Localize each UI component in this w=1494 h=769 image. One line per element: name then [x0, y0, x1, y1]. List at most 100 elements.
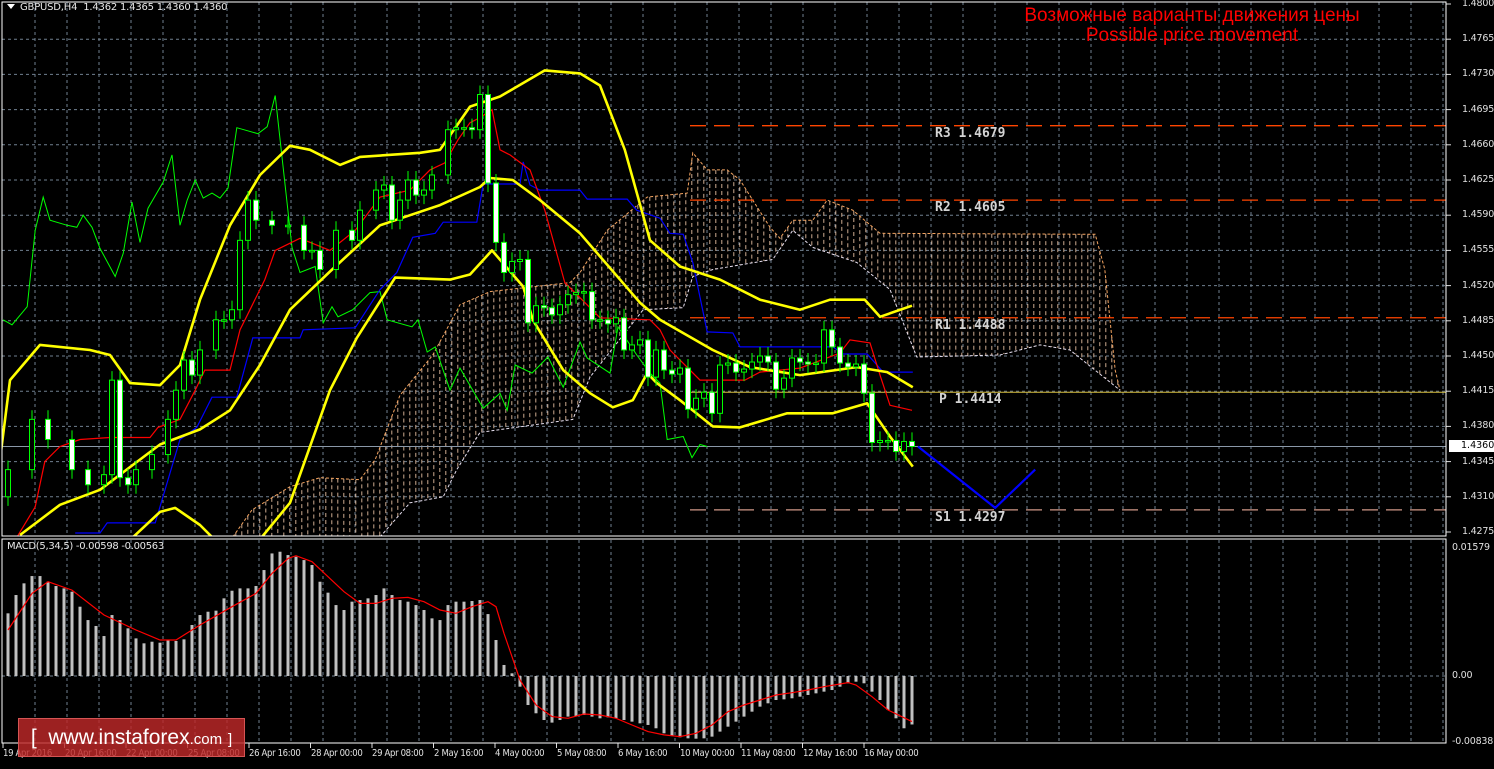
- candle-body-bull: [629, 344, 635, 351]
- time-tick-label: 5 May 08:00: [556, 748, 607, 759]
- candle: [237, 231, 243, 319]
- macd-histogram-bar: [814, 676, 818, 694]
- candle-body-bull: [181, 359, 187, 391]
- pivot-label: S1 1.4297: [935, 509, 1006, 525]
- macd-histogram-bar: [430, 618, 434, 676]
- macd-histogram-bar: [806, 676, 810, 695]
- candle-body-bull: [197, 349, 203, 376]
- macd-histogram-bar: [126, 628, 130, 676]
- time-tick-label: 26 Apr 16:00: [249, 748, 301, 759]
- candle: [829, 320, 835, 356]
- candle-body-bear: [125, 477, 131, 486]
- candle-body-bull: [581, 291, 587, 294]
- candle-body-bull: [565, 294, 571, 306]
- price-tick-label: 1.4590: [1462, 209, 1494, 221]
- macd-histogram-bar: [630, 676, 634, 722]
- time-tick-label: 29 Apr 08:00: [372, 748, 424, 759]
- price-tick-label: 1.4660: [1462, 138, 1494, 150]
- macd-histogram-bar: [782, 676, 786, 700]
- candle: [701, 383, 707, 408]
- candle: [445, 120, 451, 185]
- macd-histogram-bar: [598, 676, 602, 719]
- candle-body-bull: [461, 127, 467, 130]
- macd-histogram-bar: [798, 676, 802, 697]
- candle-body-bull: [557, 304, 563, 316]
- dropdown-triangle-icon[interactable]: [7, 4, 15, 9]
- macd-histogram-bar: [822, 676, 826, 692]
- candle-body-bull: [901, 440, 907, 453]
- candle-body-bull: [373, 189, 379, 211]
- price-tick-label: 1.4415: [1462, 385, 1494, 397]
- macd-histogram-bar: [590, 676, 594, 717]
- candle-body-bull: [749, 361, 755, 370]
- annotation-line-ru: Возможные варианты движения цены: [1024, 5, 1360, 26]
- macd-histogram-bar: [286, 555, 290, 676]
- watermark-bracket-open: [: [30, 726, 37, 749]
- watermark-tld: .com: [189, 731, 223, 748]
- candle-body-bear: [589, 291, 595, 321]
- candle-body-bull: [405, 179, 411, 201]
- macd-histogram-bar: [910, 676, 914, 725]
- candle-body-bull: [237, 239, 243, 311]
- candle: [29, 410, 35, 479]
- watermark-site: www.instaforex: [48, 726, 190, 749]
- candle-body-bull: [229, 309, 235, 321]
- candle: [469, 118, 475, 139]
- candle-body-bear: [117, 379, 123, 479]
- candle: [117, 371, 123, 487]
- candle-body-bull: [813, 362, 819, 366]
- macd-histogram-bar: [446, 605, 450, 676]
- macd-histogram-bar: [902, 676, 906, 729]
- macd-histogram-bar: [638, 676, 642, 724]
- candle: [717, 355, 723, 423]
- pivot-label: R3 1.4679: [935, 125, 1006, 141]
- macd-histogram-bar: [742, 676, 746, 717]
- candle-body-bear: [733, 362, 739, 373]
- macd-histogram-bar: [894, 676, 898, 719]
- main-frame: [1, 1, 1447, 537]
- macd-histogram-bar: [406, 601, 410, 676]
- macd-histogram-bar: [182, 639, 186, 676]
- bollinger-middle-band: [19, 176, 914, 536]
- macd-histogram-bar: [174, 640, 178, 676]
- candle-body-bear: [69, 438, 75, 471]
- pivot-label: P 1.4414: [939, 392, 1002, 408]
- candle-body-bear: [661, 349, 667, 371]
- macd-histogram-bar: [6, 613, 10, 676]
- candle-body-bull: [613, 317, 619, 325]
- candle-body-bull: [517, 258, 523, 262]
- macd-tick-label: 0.00: [1452, 670, 1473, 681]
- candle: [221, 310, 227, 329]
- macd-histogram-bar: [294, 556, 298, 676]
- macd-histogram-bar: [414, 605, 418, 676]
- candle: [645, 330, 651, 387]
- macd-histogram-bar: [102, 636, 106, 676]
- chart-canvas[interactable]: [0, 0, 1494, 769]
- pivot-lines: [2, 125, 1446, 511]
- macd-histogram-bar: [830, 676, 834, 691]
- macd-histogram-bar: [54, 586, 58, 676]
- candle: [813, 353, 819, 374]
- candle-body-bear: [805, 361, 811, 365]
- instaforex-watermark[interactable]: [ www.instaforex.com ]: [18, 718, 245, 757]
- macd-histogram-bar: [774, 676, 778, 700]
- macd-histogram-bar: [718, 676, 722, 732]
- macd-histogram-bar: [214, 610, 218, 676]
- candle: [485, 85, 491, 193]
- macd-histogram-bar: [854, 676, 858, 682]
- macd-histogram-bar: [366, 598, 370, 676]
- macd-histogram-bar: [862, 676, 866, 684]
- candle-body-bull: [309, 249, 315, 253]
- candle-body-bear: [845, 362, 851, 368]
- candle-body-bull: [173, 389, 179, 420]
- candle-body-bear: [861, 363, 867, 394]
- forecast-overlay: [917, 445, 1036, 510]
- macd-histogram-bar: [150, 641, 154, 676]
- candle-body-bear: [493, 182, 499, 243]
- macd-histogram-bar: [374, 595, 378, 676]
- candle: [349, 221, 355, 250]
- macd-histogram-bar: [158, 642, 162, 676]
- macd-histogram-bar: [78, 606, 82, 676]
- candle: [845, 353, 851, 377]
- macd-histogram-bar: [542, 676, 546, 721]
